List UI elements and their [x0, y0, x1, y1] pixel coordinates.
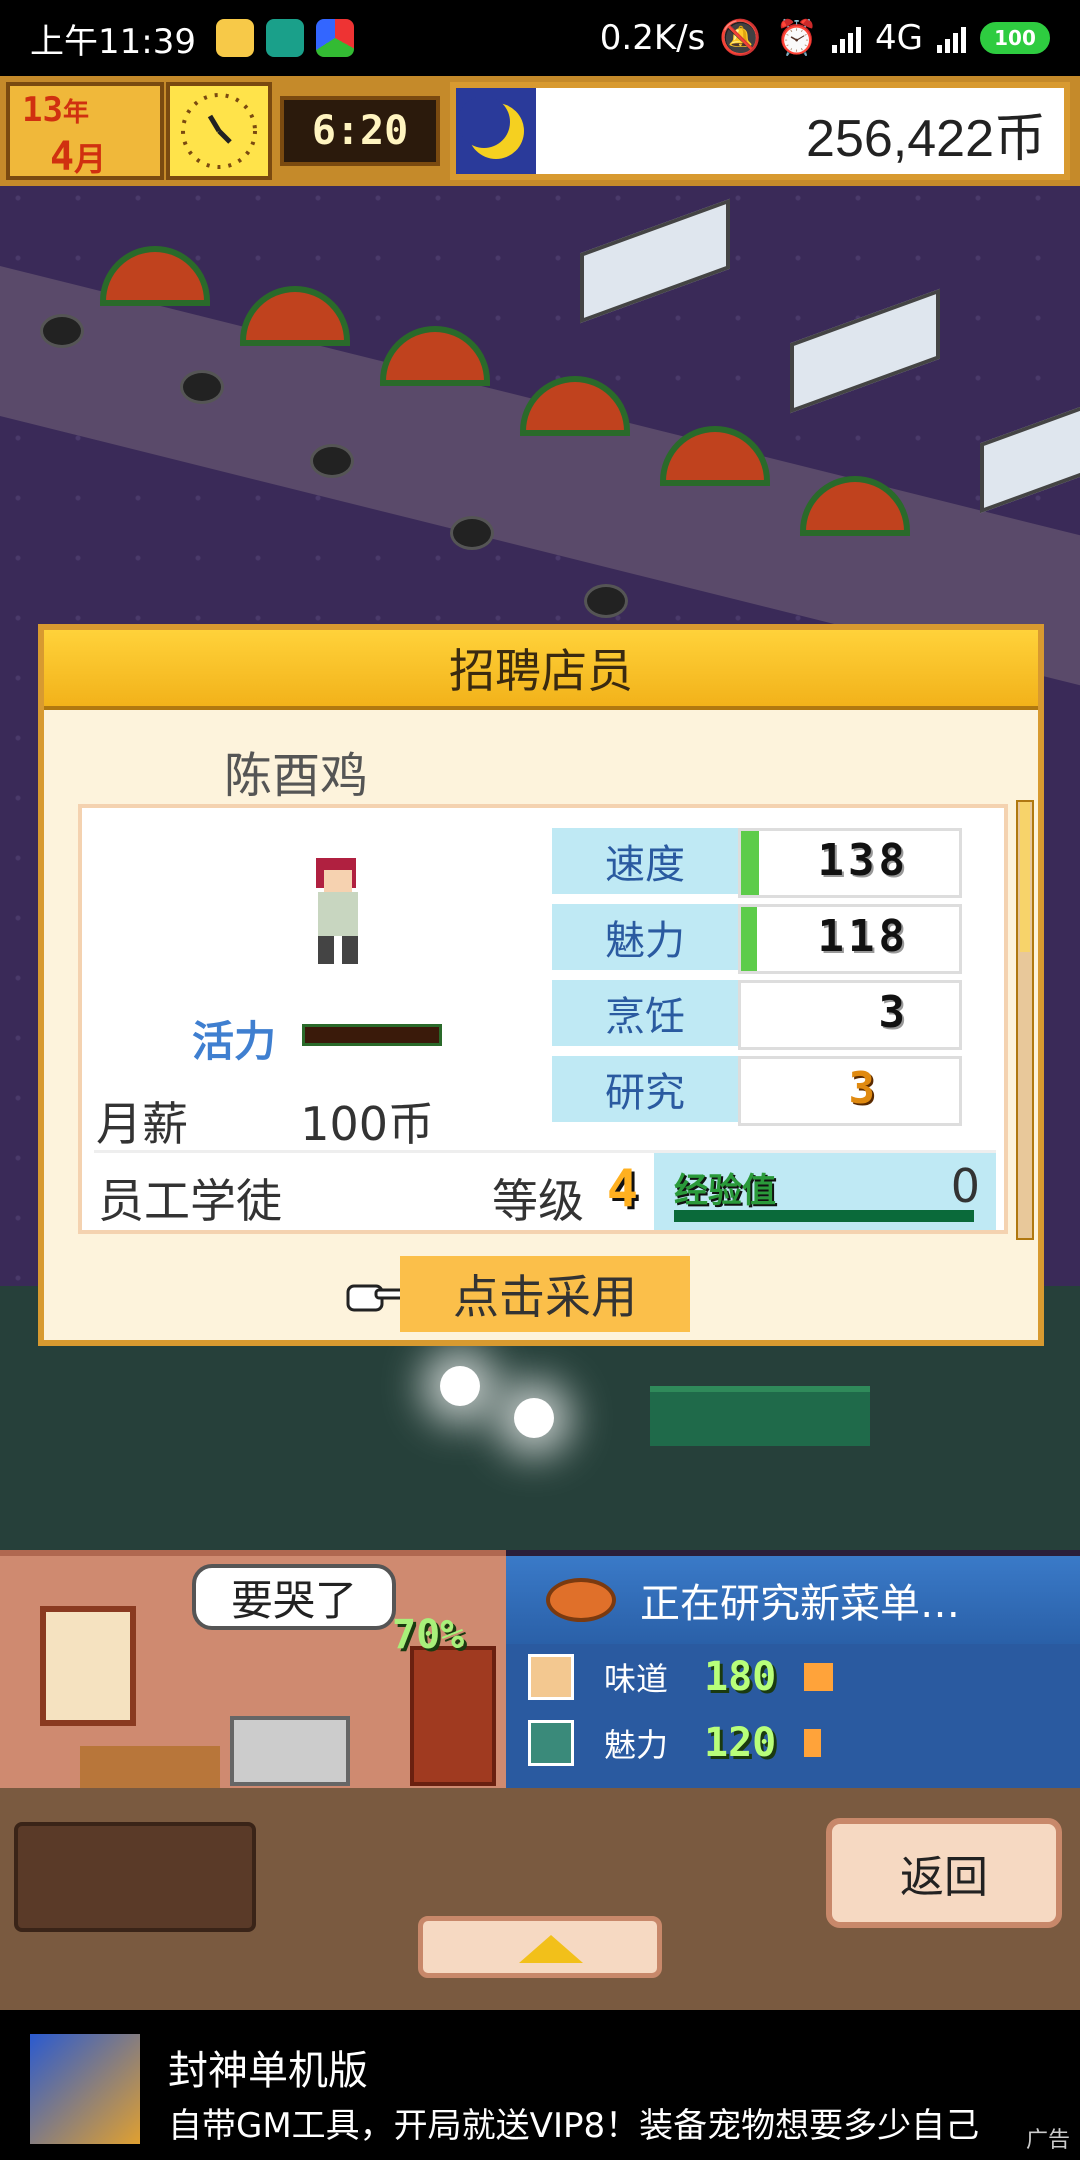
date-display: 13年 4月	[6, 82, 164, 180]
stool	[584, 584, 628, 618]
research-bar	[804, 1729, 822, 1757]
back-button[interactable]: 返回	[826, 1818, 1062, 1928]
ad-banner[interactable]: 封神单机版 自带GM工具，开局就送VIP8！装备宠物想要多少自己 广告	[0, 2010, 1080, 2160]
stat-name: 研究	[552, 1056, 738, 1126]
spice-shelf	[410, 1646, 496, 1786]
research-row-charm: 魅力 120	[506, 1710, 1080, 1776]
mute-icon: 🔕	[719, 18, 762, 58]
status-time: 上午11:39	[30, 21, 196, 62]
stove	[230, 1716, 350, 1786]
staff-role: 员工学徒	[98, 1174, 282, 1228]
game-hud: 13年 4月 6:20 256,422币	[0, 76, 1080, 186]
candidate-name: 陈酉鸡	[224, 748, 369, 804]
stats-table: 速度 138 魅力 118 烹饪 3 研究 3	[552, 828, 962, 1128]
level-label: 等级	[492, 1174, 584, 1228]
alarm-icon: ⏰	[775, 18, 819, 58]
decor-fan	[380, 326, 490, 386]
vitality-label: 活力	[192, 1017, 277, 1066]
status-bar: 上午11:39 0.2K/s 🔕 ⏰ 4G 100	[0, 0, 1080, 76]
dialog-scrollbar[interactable]	[1016, 800, 1034, 1240]
research-value: 180	[704, 1654, 777, 1700]
stat-value: 3	[878, 987, 909, 1038]
stat-bar	[741, 907, 757, 971]
research-value: 120	[704, 1720, 777, 1766]
stat-row-charm: 魅力 118	[552, 904, 962, 974]
ad-title[interactable]: 封神单机版	[168, 2038, 368, 2096]
battery-icon: 100	[980, 22, 1050, 54]
stool	[180, 370, 224, 404]
dialog-title: 招聘店员	[44, 630, 1038, 710]
street-lamp	[440, 1366, 480, 1406]
research-progress: 70%	[392, 1612, 465, 1658]
pagoda-roof	[650, 1386, 870, 1446]
moon-icon	[456, 88, 536, 174]
charm-icon	[528, 1720, 574, 1766]
ad-thumbnail[interactable]	[30, 2034, 140, 2144]
stat-row-speed: 速度 138	[552, 828, 962, 898]
expand-menu-button[interactable]	[418, 1916, 662, 1978]
research-title: 正在研究新菜单…	[640, 1581, 960, 1627]
ad-tag: 广告	[1025, 2128, 1070, 2153]
money-value: 256,422币	[806, 110, 1046, 168]
game-time: 6:20	[280, 96, 440, 166]
stat-value: 138	[817, 835, 909, 886]
decor-fan	[100, 246, 210, 306]
salary-label: 月薪	[96, 1097, 188, 1151]
bottom-tray: 返回	[0, 1788, 1080, 2010]
stat-row-research: 研究 3	[552, 1056, 962, 1126]
dining-table	[580, 198, 730, 324]
stat-bar	[741, 831, 759, 895]
signal-icon-2	[937, 23, 966, 53]
stool	[310, 444, 354, 478]
clock-icon	[166, 82, 272, 180]
stat-value: 118	[817, 911, 909, 962]
kitchen-counter	[80, 1746, 220, 1792]
salary-value: 100币	[300, 1097, 434, 1151]
dish-icon	[546, 1578, 616, 1622]
stool	[40, 314, 84, 348]
dining-table	[980, 388, 1080, 514]
hire-button[interactable]: 点击采用	[400, 1256, 690, 1332]
star-app-icon	[215, 19, 254, 57]
stat-row-cooking: 烹饪 3	[552, 980, 962, 1050]
exp-label: 经验值	[674, 1171, 776, 1211]
ad-description[interactable]: 自带GM工具，开局就送VIP8！装备宠物想要多少自己	[168, 2098, 979, 2147]
stat-name: 烹饪	[552, 980, 738, 1050]
exp-bar	[674, 1210, 974, 1222]
decor-fan	[240, 286, 350, 346]
net-speed: 0.2K/s	[599, 18, 706, 58]
lattice-window	[40, 1606, 136, 1726]
speech-bubble: 要哭了	[192, 1564, 396, 1630]
candidate-card: 活力 月薪 100币 速度 138 魅力 118 烹饪 3 研究 3 员工学徒 …	[78, 804, 1008, 1234]
decor-fan	[520, 376, 630, 436]
arrow-up-icon	[519, 1935, 583, 1963]
stat-name: 魅力	[552, 904, 738, 974]
money-display: 256,422币	[450, 82, 1070, 180]
taste-icon	[528, 1654, 574, 1700]
kitchen-panel[interactable]: 要哭了 70%	[0, 1550, 506, 1792]
browser-app-icon	[315, 19, 354, 57]
scrollbar-thumb[interactable]	[1020, 802, 1030, 952]
research-bar	[804, 1663, 833, 1691]
exp-value: 0	[950, 1159, 980, 1213]
stat-value: 3	[848, 1063, 879, 1114]
research-label: 味道	[604, 1660, 669, 1698]
empty-slot[interactable]	[14, 1822, 256, 1932]
research-panel[interactable]: 正在研究新菜单… 味道 180 魅力 120	[506, 1556, 1080, 1788]
signal-icon	[832, 23, 862, 53]
vitality-bar	[302, 1024, 442, 1046]
role-row: 员工学徒 等级 4 经验值 0	[94, 1150, 996, 1230]
hire-staff-dialog: 招聘店员 陈酉鸡 活力 月薪 100币 速度 138 魅力 118 烹饪 3 研…	[38, 624, 1044, 1346]
network-type: 4G	[875, 18, 923, 58]
stat-name: 速度	[552, 828, 738, 898]
candidate-sprite-icon	[302, 858, 372, 968]
research-label: 魅力	[604, 1726, 669, 1764]
bank-app-icon	[265, 19, 304, 57]
stool	[450, 516, 494, 550]
dining-table	[790, 288, 940, 414]
research-row-taste: 味道 180	[506, 1644, 1080, 1710]
experience-box: 经验值 0	[654, 1153, 996, 1230]
level-value: 4	[606, 1159, 638, 1219]
street-lamp	[514, 1398, 554, 1438]
